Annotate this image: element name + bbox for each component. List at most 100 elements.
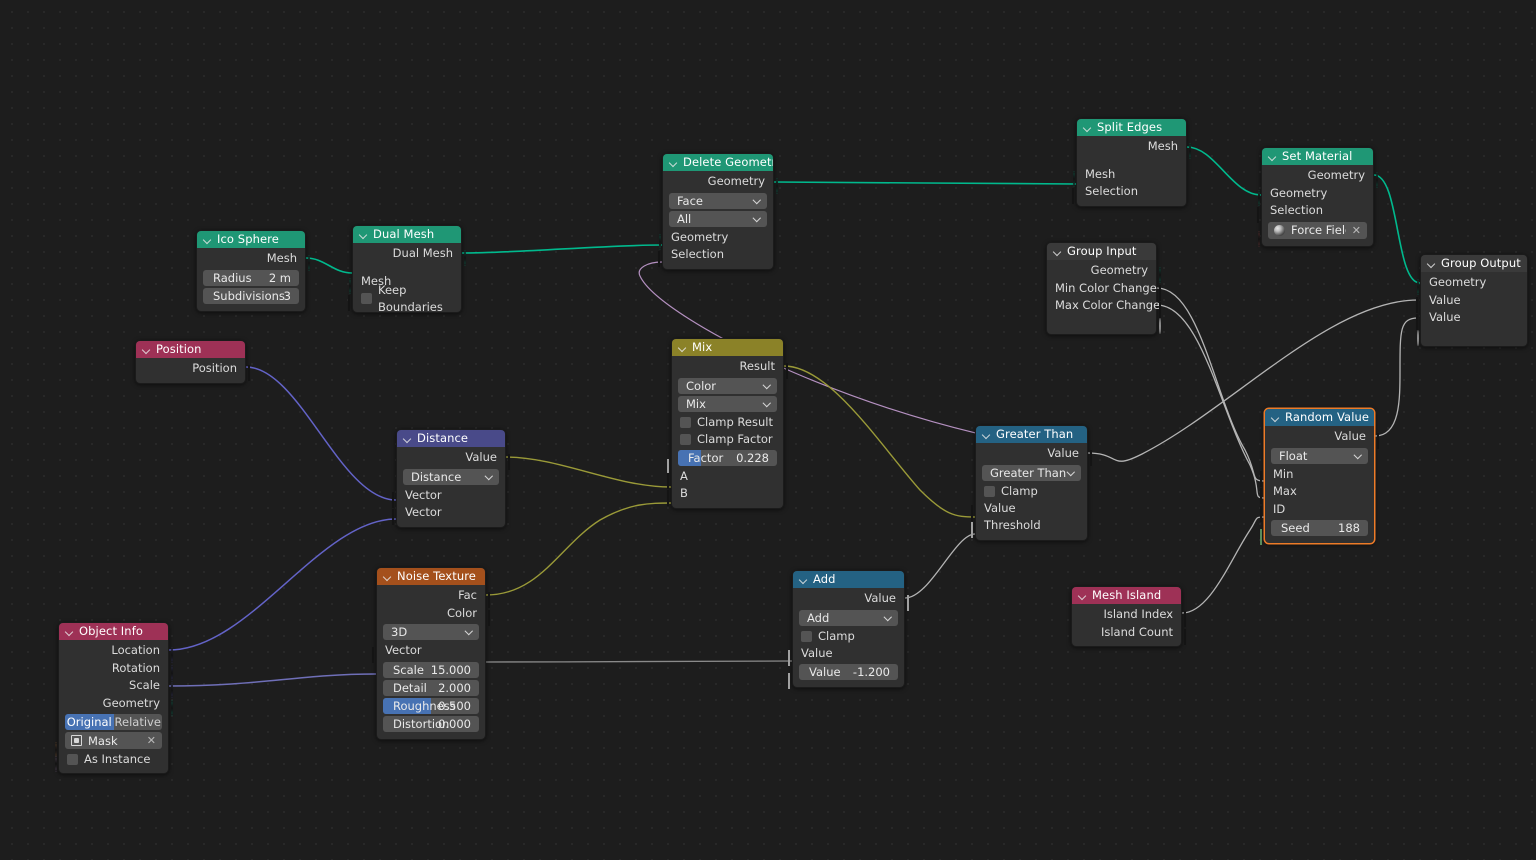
socket-row-input-b[interactable]: B (667, 485, 783, 507)
socket-fac-out[interactable] (483, 592, 490, 609)
socket-geometry-in[interactable] (658, 233, 666, 250)
socket-row-input-selection[interactable]: Selection (658, 246, 773, 268)
socket-keep-boundaries-in[interactable] (348, 295, 356, 311)
socket-row-output-fac[interactable]: Fac (377, 587, 490, 609)
socket-row-output-mesh[interactable]: Mesh (1077, 138, 1191, 160)
node-editor-canvas[interactable]: Ico Sphere Mesh Radius 2 m Subdivisions … (0, 0, 1536, 860)
checkbox-box[interactable] (801, 630, 812, 642)
field-subdivisions[interactable]: Subdivisions 3 (203, 287, 299, 304)
checkbox-box[interactable] (984, 485, 995, 497)
node-greater-than[interactable]: Greater Than Value Greater Than Clamp Va… (971, 425, 1092, 541)
collapse-chevron-icon[interactable] (383, 572, 392, 581)
socket-row-input-geometry[interactable]: Geometry (1416, 274, 1527, 296)
checkbox-box[interactable] (67, 754, 78, 765)
socket-row-output-rotation[interactable]: Rotation (59, 660, 173, 681)
socket-b-in[interactable] (667, 490, 675, 507)
socket-row-output-result[interactable]: Result (672, 358, 788, 380)
socket-min-color-change-out[interactable] (1154, 284, 1161, 301)
socket-selection-in[interactable] (1072, 188, 1080, 205)
socket-row-output-virtual[interactable] (1047, 315, 1161, 334)
socket-row-input-selection[interactable]: Selection (1257, 202, 1373, 224)
socket-row-input-geometry[interactable]: Geometry (1257, 185, 1373, 206)
close-icon[interactable]: ✕ (147, 735, 156, 746)
socket-vector-in[interactable] (372, 647, 380, 664)
segment-relative[interactable]: Relative (113, 714, 162, 730)
dropdown-operation[interactable]: Greater Than (982, 464, 1081, 481)
socket-object-in[interactable] (54, 742, 62, 758)
socket-row-output-scale[interactable]: Scale (59, 677, 173, 699)
socket-geometry-out[interactable] (459, 250, 466, 267)
segment-original[interactable]: Original (65, 714, 114, 730)
socket-row-output-geometry[interactable]: Geometry (663, 173, 778, 195)
socket-selection-in[interactable] (658, 251, 666, 268)
checkbox-clamp-factor[interactable]: Clamp Factor (672, 431, 783, 448)
socket-row-input-mesh[interactable]: Mesh (1072, 166, 1186, 187)
node-delete-geometry[interactable]: Delete Geometry Geometry Face All Geomet… (658, 153, 778, 270)
socket-location-out[interactable] (166, 647, 173, 664)
node-header[interactable]: Add (793, 571, 904, 588)
socket-rotation-out[interactable] (166, 664, 173, 681)
socket-row-output-dual-mesh[interactable]: Dual Mesh (353, 245, 466, 267)
segmented-transform-space[interactable]: Original Relative (65, 714, 162, 730)
socket-max-color-change-out[interactable] (1154, 302, 1161, 319)
collapse-chevron-icon[interactable] (669, 158, 678, 167)
collapse-chevron-icon[interactable] (142, 345, 151, 354)
socket-row-output-location[interactable]: Location (59, 642, 173, 664)
socket-row-output-mesh[interactable]: Mesh (197, 250, 310, 272)
dropdown-blend-mode[interactable]: Mix (678, 395, 777, 412)
socket-row-input-value[interactable]: Value (971, 500, 1087, 521)
socket-as-instance-in[interactable] (54, 756, 62, 772)
collapse-chevron-icon[interactable] (1427, 259, 1436, 268)
collapse-chevron-icon[interactable] (1268, 152, 1277, 161)
checkbox-clamp[interactable]: Clamp (793, 628, 904, 645)
socket-geometry-out[interactable] (1371, 172, 1378, 189)
collapse-chevron-icon[interactable] (1053, 247, 1062, 256)
node-dual-mesh[interactable]: Dual Mesh Dual Mesh Mesh Keep Boundaries (348, 225, 466, 314)
socket-mesh-in[interactable] (348, 277, 356, 294)
socket-a-in[interactable] (667, 472, 675, 489)
node-header[interactable]: Mix (672, 339, 783, 356)
socket-row-output-value[interactable]: Value (1265, 428, 1379, 450)
socket-geometry-out[interactable] (771, 178, 778, 195)
node-header[interactable]: Group Output (1421, 255, 1527, 272)
node-header[interactable]: Position (136, 341, 245, 358)
socket-factor-in[interactable] (667, 458, 675, 475)
field-object[interactable]: Mask ✕ (65, 732, 162, 749)
checkbox-box[interactable] (680, 433, 691, 445)
field-roughness[interactable]: Roughness 0.500 (383, 697, 479, 714)
socket-row-output-island-count[interactable]: Island Count (1072, 624, 1186, 645)
socket-row-output-geometry[interactable]: Geometry (59, 695, 173, 716)
dropdown-operation[interactable]: Add (799, 609, 898, 626)
field-scale[interactable]: Scale 15.000 (383, 661, 479, 678)
node-header[interactable]: Object Info (59, 623, 168, 640)
socket-value-out[interactable] (503, 454, 510, 471)
field-seed[interactable]: Seed 188 (1271, 520, 1368, 536)
socket-value-out[interactable] (1085, 450, 1092, 467)
socket-mesh-out[interactable] (1184, 143, 1191, 160)
socket-geometry-out[interactable] (303, 255, 310, 272)
socket-value-out[interactable] (1372, 433, 1379, 450)
socket-vector-in-1[interactable] (392, 491, 400, 508)
socket-value-in-1[interactable] (1416, 296, 1424, 313)
dropdown-dimensions[interactable]: 3D (383, 624, 479, 640)
node-header[interactable]: Set Material (1262, 148, 1373, 165)
socket-row-input-value-2[interactable]: Value (1416, 309, 1527, 331)
collapse-chevron-icon[interactable] (678, 343, 687, 352)
socket-row-output-color[interactable]: Color (377, 605, 490, 626)
collapse-chevron-icon[interactable] (203, 235, 212, 244)
node-header[interactable]: Group Input (1047, 243, 1156, 260)
node-header[interactable]: Split Edges (1077, 119, 1186, 136)
socket-island-count-out[interactable] (1179, 628, 1186, 645)
collapse-chevron-icon[interactable] (799, 575, 808, 584)
node-ico-sphere[interactable]: Ico Sphere Mesh Radius 2 m Subdivisions … (196, 230, 310, 312)
node-add[interactable]: Add Value Add Clamp Value Value -1.200 (788, 570, 909, 689)
dropdown-data-type[interactable]: Color (678, 377, 777, 394)
socket-selection-in[interactable] (1257, 207, 1265, 224)
socket-geometry-in[interactable] (1416, 279, 1424, 296)
socket-position-out[interactable] (243, 365, 250, 382)
socket-row-output-island-index[interactable]: Island Index (1072, 606, 1186, 628)
socket-scale-out[interactable] (166, 682, 173, 699)
socket-min-in[interactable] (1260, 470, 1268, 487)
node-set-material[interactable]: Set Material Geometry Geometry Selection… (1257, 147, 1378, 247)
checkbox-clamp[interactable]: Clamp (976, 483, 1087, 500)
